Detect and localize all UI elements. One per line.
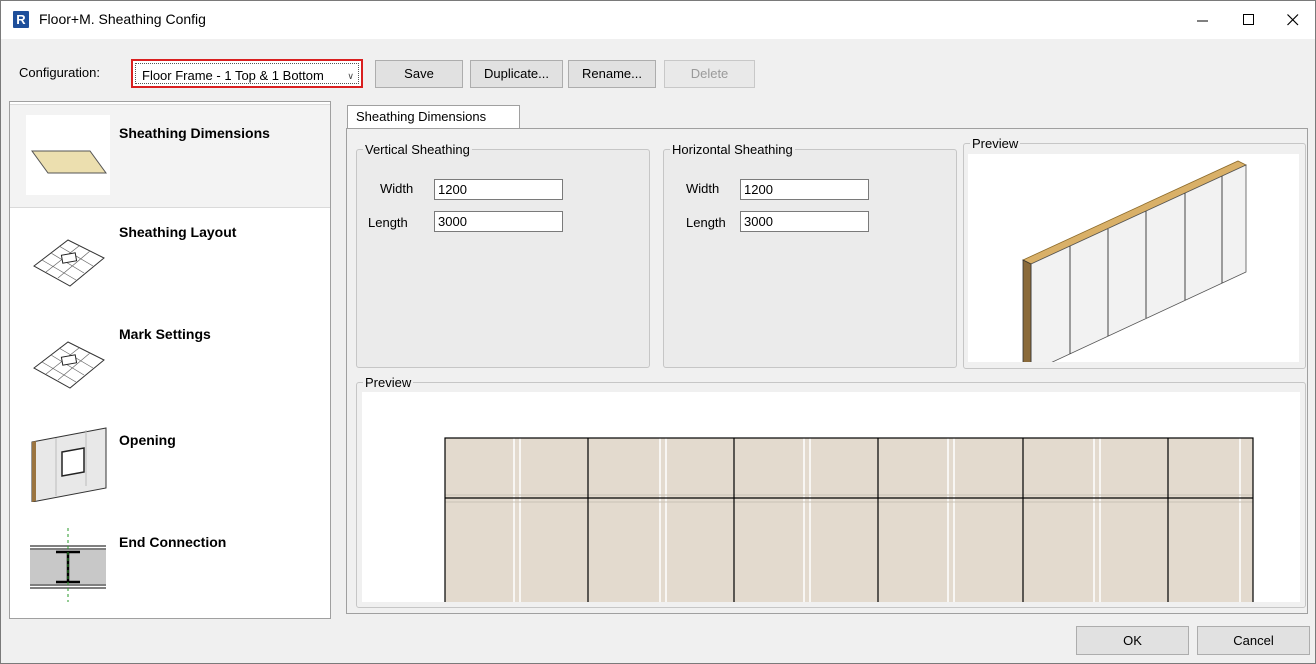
nav-item-mark-settings[interactable]: Mark Settings (10, 310, 330, 414)
cancel-button[interactable]: Cancel (1197, 626, 1310, 655)
tab-sheathing-dimensions[interactable]: Sheathing Dimensions (347, 105, 520, 129)
save-button[interactable]: Save (375, 60, 463, 88)
configuration-value: Floor Frame - 1 Top & 1 Bottom (142, 68, 324, 83)
minimize-icon (1197, 20, 1208, 22)
title-bar[interactable]: R Floor+M. Sheathing Config (1, 1, 1315, 39)
ok-button[interactable]: OK (1076, 626, 1189, 655)
nav-item-label: Mark Settings (119, 326, 211, 342)
maximize-icon (1243, 14, 1254, 25)
horizontal-sheathing-group: Horizontal Sheathing (663, 142, 957, 368)
rename-button[interactable]: Rename... (568, 60, 656, 88)
nav-item-label: Opening (119, 432, 176, 448)
revit-app-icon: R (13, 11, 29, 28)
mark-settings-icon (26, 320, 110, 400)
chevron-down-icon: ∨ (347, 71, 354, 81)
group-title: Preview (365, 375, 412, 390)
end-connection-icon (26, 524, 110, 604)
delete-button[interactable]: Delete (664, 60, 755, 88)
nav-item-sheathing-dimensions[interactable]: Sheathing Dimensions (10, 104, 330, 208)
vertical-width-field[interactable]: 1200 (434, 179, 563, 200)
nav-item-label: Sheathing Layout (119, 224, 237, 240)
vertical-sheathing-group: Vertical Sheathing (356, 142, 650, 368)
wall-3d-preview (968, 154, 1299, 373)
group-title: Preview (972, 136, 1019, 151)
vertical-width-label: Width (380, 181, 414, 196)
opening-icon (26, 422, 110, 503)
sheathing-panel-icon (26, 115, 110, 195)
horizontal-width-label: Width (686, 181, 720, 196)
sheathing-layout-icon (26, 218, 110, 298)
minimize-button[interactable] (1180, 1, 1226, 39)
configuration-label: Configuration: (19, 65, 100, 80)
wall-2d-preview (362, 392, 1300, 602)
tab-panel-sheathing-dimensions: Vertical Sheathing Width 1200 Length 300… (346, 128, 1308, 614)
configuration-dropdown[interactable]: Floor Frame - 1 Top & 1 Bottom ∨ (131, 59, 363, 88)
nav-item-end-connection[interactable]: End Connection (10, 514, 330, 618)
nav-item-label: End Connection (119, 534, 227, 550)
horizontal-length-label: Length (686, 215, 726, 230)
nav-item-label: Sheathing Dimensions (119, 125, 270, 141)
group-title: Vertical Sheathing (365, 142, 470, 157)
close-button[interactable] (1270, 1, 1316, 39)
duplicate-button[interactable]: Duplicate... (470, 60, 563, 88)
vertical-length-field[interactable]: 3000 (434, 211, 563, 232)
group-title: Horizontal Sheathing (672, 142, 793, 157)
settings-navigation: Sheathing Dimensions Sheathing Layout Ma… (9, 101, 331, 619)
dialog-window: R Floor+M. Sheathing Config Configuratio… (0, 0, 1316, 664)
maximize-button[interactable] (1226, 1, 1272, 39)
horizontal-length-field[interactable]: 3000 (740, 211, 869, 232)
vertical-length-label: Length (368, 215, 408, 230)
horizontal-width-field[interactable]: 1200 (740, 179, 869, 200)
window-title: Floor+M. Sheathing Config (39, 11, 206, 27)
nav-item-opening[interactable]: Opening (10, 412, 330, 516)
nav-item-sheathing-layout[interactable]: Sheathing Layout (10, 208, 330, 312)
close-icon (1287, 14, 1299, 26)
